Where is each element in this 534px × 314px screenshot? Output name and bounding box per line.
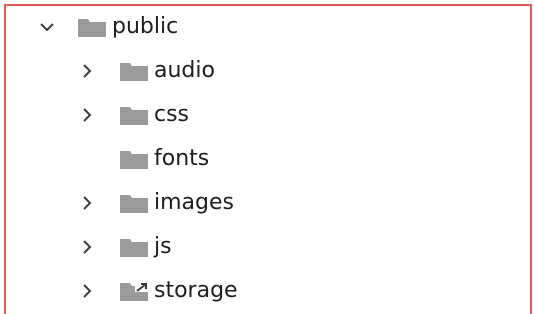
tree-item-label: fonts <box>154 146 210 171</box>
tree-item-label: public <box>112 14 179 39</box>
folder-icon <box>120 239 148 257</box>
tree-item-images[interactable]: images <box>0 185 520 221</box>
folder-icon <box>120 107 148 125</box>
chevron-right-icon[interactable] <box>78 282 96 300</box>
tree-item-label: css <box>154 102 190 127</box>
chevron-right-icon[interactable] <box>78 62 96 80</box>
chevron-down-icon[interactable] <box>38 18 56 36</box>
tree-item-js[interactable]: js <box>0 229 520 265</box>
tree-item-audio[interactable]: audio <box>0 53 520 89</box>
chevron-right-icon[interactable] <box>78 194 96 212</box>
folder-icon <box>78 19 106 37</box>
tree-item-storage[interactable]: storage <box>0 273 520 309</box>
chevron-right-icon[interactable] <box>78 238 96 256</box>
folder-icon <box>120 63 148 81</box>
tree-item-public[interactable]: public <box>0 9 520 45</box>
folder-icon <box>120 151 148 169</box>
tree-item-css[interactable]: css <box>0 97 520 133</box>
symlink-folder-icon <box>120 283 148 301</box>
tree-item-fonts[interactable]: fonts <box>0 141 520 177</box>
chevron-right-icon[interactable] <box>78 106 96 124</box>
folder-icon <box>120 195 148 213</box>
tree-item-label: storage <box>154 278 238 303</box>
tree-item-label: js <box>154 234 172 259</box>
tree-item-label: audio <box>154 58 215 83</box>
file-explorer-tree: public audio css fonts images js storage <box>0 0 534 311</box>
tree-item-label: images <box>154 190 234 215</box>
